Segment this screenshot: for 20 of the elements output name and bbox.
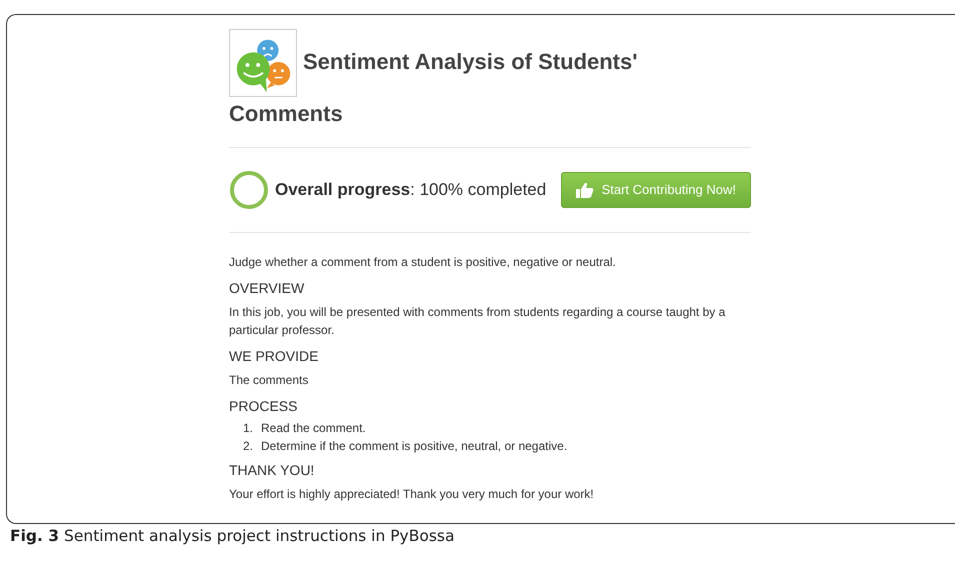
- paragraph: The comments: [229, 372, 310, 389]
- paragraph: Judge whether a comment from a student is positive, negative or neutral.: [229, 254, 617, 271]
- page-title: Sentiment Analysis of Students': [303, 48, 638, 76]
- progress-text: Overall progress: 100% completed: [275, 179, 546, 202]
- list-item-text: Determine if the comment is positive, neutral, or negative.: [261, 438, 568, 455]
- figure-caption: Fig. 3 Sentiment analysis project instructions in PyBossa: [10, 526, 456, 546]
- progress-ring: [229, 170, 269, 210]
- list-number: 1.: [243, 420, 254, 437]
- section-heading: OVERVIEW: [229, 279, 306, 297]
- thumbs-up-icon: [576, 182, 594, 198]
- list-number: 2.: [243, 438, 254, 455]
- section-heading: THANK YOU!: [229, 461, 316, 479]
- logo-icon: [229, 29, 297, 97]
- section-heading: WE PROVIDE: [229, 347, 320, 365]
- paragraph: In this job, you will be presented with comments from students regarding a course taught by a particular professor.: [229, 304, 726, 339]
- paragraph: Your effort is highly appreciated! Thank you very much for your work!: [229, 486, 595, 503]
- page-title: Comments: [229, 100, 343, 128]
- start-contributing-button[interactable]: Start Contributing Now!: [560, 172, 751, 208]
- list-item-text: Read the comment.: [261, 420, 366, 437]
- section-heading: PROCESS: [229, 397, 298, 415]
